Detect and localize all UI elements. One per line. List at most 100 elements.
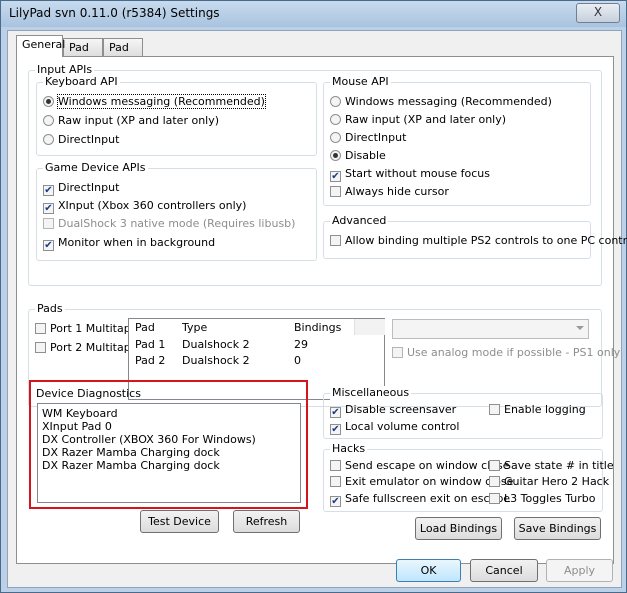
gd-dualshock3[interactable]: DualShock 3 native mode (Requires libusb… — [43, 216, 295, 231]
pad-type-dropdown[interactable] — [392, 319, 589, 339]
checkbox-icon — [330, 186, 341, 197]
checkbox-label: Safe fullscreen exit on escape — [345, 492, 511, 505]
chevron-down-icon — [576, 326, 584, 330]
hack-save-state-title[interactable]: Save state # in title — [489, 458, 614, 473]
mouse-option-directinput[interactable]: DirectInput — [330, 130, 406, 145]
keyboard-option-windows[interactable]: Windows messaging (Recommended) — [43, 94, 266, 109]
header-bindings[interactable]: Bindings — [294, 320, 341, 335]
cell-bindings: 29 — [294, 338, 308, 351]
option-label: Disable — [345, 149, 386, 162]
header-pad[interactable]: Pad — [135, 320, 155, 335]
list-item[interactable]: DX Razer Mamba Charging dock — [42, 458, 220, 473]
radio-icon — [43, 115, 54, 126]
gd-directinput[interactable]: ✔ DirectInput — [43, 180, 119, 196]
checkbox-icon — [330, 476, 341, 487]
advanced-multiple-bindings[interactable]: Allow binding multiple PS2 controls to o… — [330, 233, 627, 248]
hack-l3-turbo[interactable]: L3 Toggles Turbo — [489, 491, 595, 506]
mouse-option-disable[interactable]: Disable — [330, 148, 386, 163]
title-bar[interactable]: LilyPad svn 0.11.0 (r5384) Settings X — [1, 1, 626, 27]
radio-icon — [330, 114, 341, 125]
radio-icon — [330, 132, 341, 143]
misc-group: Miscellaneous ✔ Disable screensaver Enabl… — [323, 386, 603, 439]
gd-xinput[interactable]: ✔ XInput (Xbox 360 controllers only) — [43, 198, 246, 214]
pads-label: Pads — [35, 302, 65, 316]
radio-icon — [43, 134, 54, 145]
checkbox-label: Use analog mode if possible - PS1 only — [407, 346, 621, 359]
checkbox-label: L3 Toggles Turbo — [504, 492, 596, 505]
ok-button[interactable]: OK — [396, 559, 461, 582]
cell-pad: Pad 1 — [135, 338, 166, 351]
checkbox-icon — [489, 476, 500, 487]
advanced-label: Advanced — [330, 214, 389, 228]
table-row[interactable]: Pad 2 Dualshock 2 0 — [129, 353, 359, 369]
apply-button[interactable]: Apply — [546, 559, 613, 582]
misc-local-volume[interactable]: ✔ Local volume control — [330, 419, 460, 435]
test-device-button[interactable]: Test Device — [140, 510, 219, 533]
game-device-group: Game Device APIs ✔ DirectInput ✔ XInput (X… — [36, 161, 317, 261]
checkbox-checked-icon: ✔ — [43, 185, 54, 196]
port2-multitap[interactable]: Port 2 Multitap — [35, 340, 131, 355]
option-label: Raw input (XP and later only) — [58, 114, 220, 127]
checkbox-label: Monitor when in background — [58, 236, 216, 249]
hacks-label: Hacks — [330, 442, 368, 456]
checkbox-label: Allow binding multiple PS2 controls to o… — [345, 234, 627, 247]
checkbox-label: Always hide cursor — [345, 185, 449, 198]
checkbox-icon — [330, 460, 341, 471]
cancel-button[interactable]: Cancel — [470, 559, 538, 582]
client-area: General Pad 1 Pad 2 Input APIs Keyboard … — [7, 30, 627, 588]
analog-mode-check[interactable]: Use analog mode if possible - PS1 only — [392, 345, 620, 360]
misc-enable-logging[interactable]: Enable logging — [489, 402, 586, 417]
checkbox-label: Port 2 Multitap — [50, 341, 131, 354]
checkbox-icon — [330, 235, 341, 246]
option-label: Raw input (XP and later only) — [345, 113, 507, 126]
device-list[interactable]: WM Keyboard XInput Pad 0 DX Controller (… — [37, 403, 301, 503]
game-device-label: Game Device APIs — [43, 161, 148, 175]
load-bindings-button[interactable]: Load Bindings — [415, 517, 502, 540]
cell-bindings: 0 — [294, 354, 301, 367]
tab-pad1[interactable]: Pad 1 — [63, 38, 103, 72]
close-icon: X — [593, 5, 603, 19]
hack-safe-fullscreen[interactable]: ✔ Safe fullscreen exit on escape — [330, 491, 511, 507]
hack-exit-emulator[interactable]: Exit emulator on window close — [330, 474, 513, 489]
keyboard-option-directinput[interactable]: DirectInput — [43, 132, 119, 147]
port1-multitap[interactable]: Port 1 Multitap — [35, 321, 131, 336]
checkbox-label: Local volume control — [345, 420, 460, 433]
hack-send-escape[interactable]: Send escape on window close — [330, 458, 510, 473]
checkbox-icon — [489, 460, 500, 471]
window-title: LilyPad svn 0.11.0 (r5384) Settings — [9, 6, 220, 20]
table-row[interactable]: Pad 1 Dualshock 2 29 — [129, 337, 359, 353]
save-bindings-button[interactable]: Save Bindings — [514, 517, 601, 540]
checkbox-icon — [392, 347, 403, 358]
hack-guitar-hero[interactable]: Guitar Hero 2 Hack — [489, 474, 609, 489]
mouse-start-without-focus[interactable]: ✔ Start without mouse focus — [330, 166, 490, 182]
checkbox-checked-icon: ✔ — [330, 496, 341, 507]
close-button[interactable]: X — [576, 3, 620, 23]
mouse-api-label: Mouse API — [330, 75, 391, 89]
option-label: Windows messaging (Recommended) — [57, 94, 266, 109]
input-apis-group: Input APIs Keyboard API Windows messagin… — [28, 63, 627, 286]
mouse-api-group: Mouse API Windows messaging (Recommended… — [323, 75, 591, 206]
refresh-button[interactable]: Refresh — [233, 510, 300, 533]
gd-monitor-background[interactable]: ✔ Monitor when in background — [43, 235, 216, 251]
keyboard-option-raw[interactable]: Raw input (XP and later only) — [43, 113, 219, 128]
table-header: Pad Type Bindings — [129, 319, 385, 336]
checkbox-icon — [489, 493, 500, 504]
checkbox-checked-icon: ✔ — [43, 203, 54, 214]
checkbox-label: Save state # in title — [504, 459, 614, 472]
checkbox-icon — [489, 404, 500, 415]
mouse-always-hide-cursor[interactable]: Always hide cursor — [330, 184, 449, 199]
cell-pad: Pad 2 — [135, 354, 166, 367]
misc-disable-screensaver[interactable]: ✔ Disable screensaver — [330, 402, 456, 418]
tab-pad2[interactable]: Pad 2 — [103, 38, 143, 72]
mouse-option-raw[interactable]: Raw input (XP and later only) — [330, 112, 506, 127]
checkbox-label: Port 1 Multitap — [50, 322, 131, 335]
misc-label: Miscellaneous — [330, 386, 412, 400]
mouse-option-windows[interactable]: Windows messaging (Recommended) — [330, 94, 552, 109]
checkbox-checked-icon: ✔ — [330, 171, 341, 182]
hacks-group: Hacks Send escape on window close Save s… — [323, 442, 614, 512]
tab-general[interactable]: General — [16, 35, 65, 57]
checkbox-icon — [35, 342, 46, 353]
checkbox-label: DualShock 3 native mode (Requires libusb… — [58, 217, 296, 230]
header-type[interactable]: Type — [182, 320, 207, 335]
radio-icon — [43, 96, 54, 107]
